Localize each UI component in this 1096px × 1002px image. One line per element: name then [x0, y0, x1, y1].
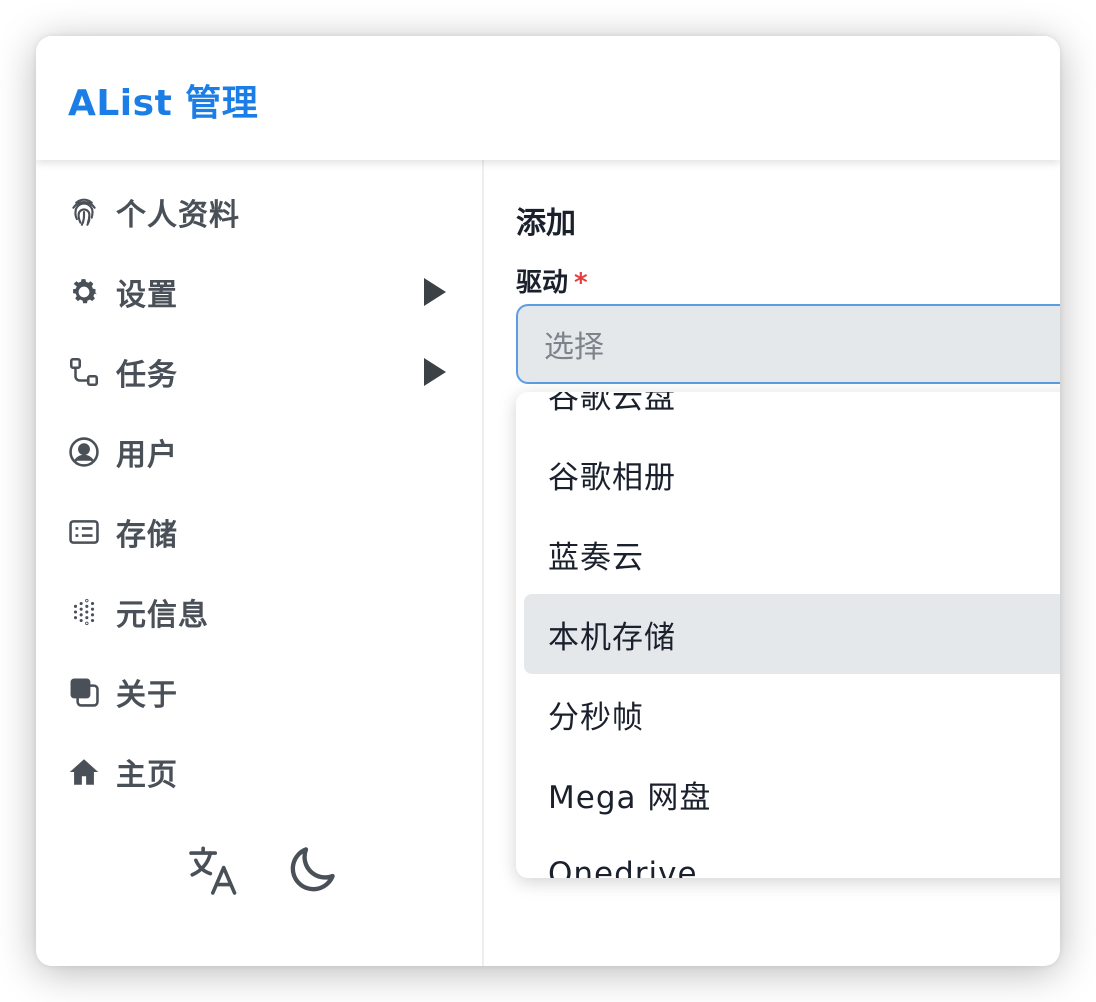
app-title[interactable]: AList 管理	[68, 74, 258, 126]
app-window: AList 管理 个人资料 设置 任务 用户 存储 元信息 关于 主页 添加 驱…	[36, 36, 1060, 966]
main-content: 添加 驱动 * 选择 谷歌云盘 谷歌相册 蓝奏云 本机存储 分秒帧 Mega 网盘…	[486, 160, 1060, 966]
sidebar-item-label: 用户	[116, 438, 178, 473]
sidebar-item-label: 任务	[116, 358, 178, 393]
top-header: AList 管理	[36, 36, 1060, 160]
task-flow-icon	[66, 354, 102, 390]
dropdown-option[interactable]: Onedrive	[524, 834, 1060, 878]
sidebar-item-storage[interactable]: 存储	[66, 502, 452, 562]
translate-icon	[189, 846, 237, 895]
driver-dropdown-list[interactable]: 谷歌云盘 谷歌相册 蓝奏云 本机存储 分秒帧 Mega 网盘 Onedrive	[516, 392, 1060, 878]
sidebar-item-label: 元信息	[116, 598, 209, 633]
required-mark: *	[574, 268, 588, 298]
squares-icon	[66, 674, 102, 710]
caret-right-icon[interactable]	[424, 358, 446, 386]
sidebar-item-users[interactable]: 用户	[66, 422, 452, 482]
driver-select[interactable]: 选择	[516, 304, 1060, 384]
sidebar-item-label: 主页	[116, 758, 178, 793]
sidebar-item-home[interactable]: 主页	[66, 742, 452, 802]
sidebar-tools	[184, 840, 342, 900]
sidebar-item-label: 设置	[116, 278, 178, 313]
sidebar-item-settings[interactable]: 设置	[66, 262, 452, 322]
dropdown-option[interactable]: 蓝奏云	[524, 514, 1060, 594]
sidebar-item-about[interactable]: 关于	[66, 662, 452, 722]
theme-toggle-button[interactable]	[282, 840, 342, 900]
storage-icon	[66, 514, 102, 550]
sidebar-item-profile[interactable]: 个人资料	[66, 182, 452, 242]
sidebar: 个人资料 设置 任务 用户 存储 元信息 关于 主页	[36, 160, 484, 966]
dropdown-option-highlighted[interactable]: 本机存储	[524, 594, 1060, 674]
driver-select-placeholder: 选择	[544, 330, 604, 365]
section-title: 添加	[516, 206, 576, 241]
gear-icon	[66, 274, 102, 310]
sidebar-item-label: 存储	[116, 518, 178, 553]
dropdown-option[interactable]: 分秒帧	[524, 674, 1060, 754]
dropdown-option[interactable]: 谷歌云盘	[524, 392, 1060, 434]
driver-field-label: 驱动 *	[516, 262, 588, 299]
translate-button[interactable]	[184, 840, 244, 900]
sidebar-item-tasks[interactable]: 任务	[66, 342, 452, 402]
sidebar-item-meta[interactable]: 元信息	[66, 582, 452, 642]
sidebar-item-label: 关于	[116, 678, 178, 713]
fingerprint-icon	[66, 194, 102, 230]
user-circle-icon	[66, 434, 102, 470]
moon-icon	[290, 847, 335, 892]
home-icon	[66, 754, 102, 790]
dropdown-option[interactable]: 谷歌相册	[524, 434, 1060, 514]
driver-label-text: 驱动	[516, 268, 569, 298]
dropdown-option[interactable]: Mega 网盘	[524, 754, 1060, 834]
sidebar-item-label: 个人资料	[116, 198, 240, 233]
caret-right-icon[interactable]	[424, 278, 446, 306]
dots-grid-icon	[66, 594, 102, 630]
